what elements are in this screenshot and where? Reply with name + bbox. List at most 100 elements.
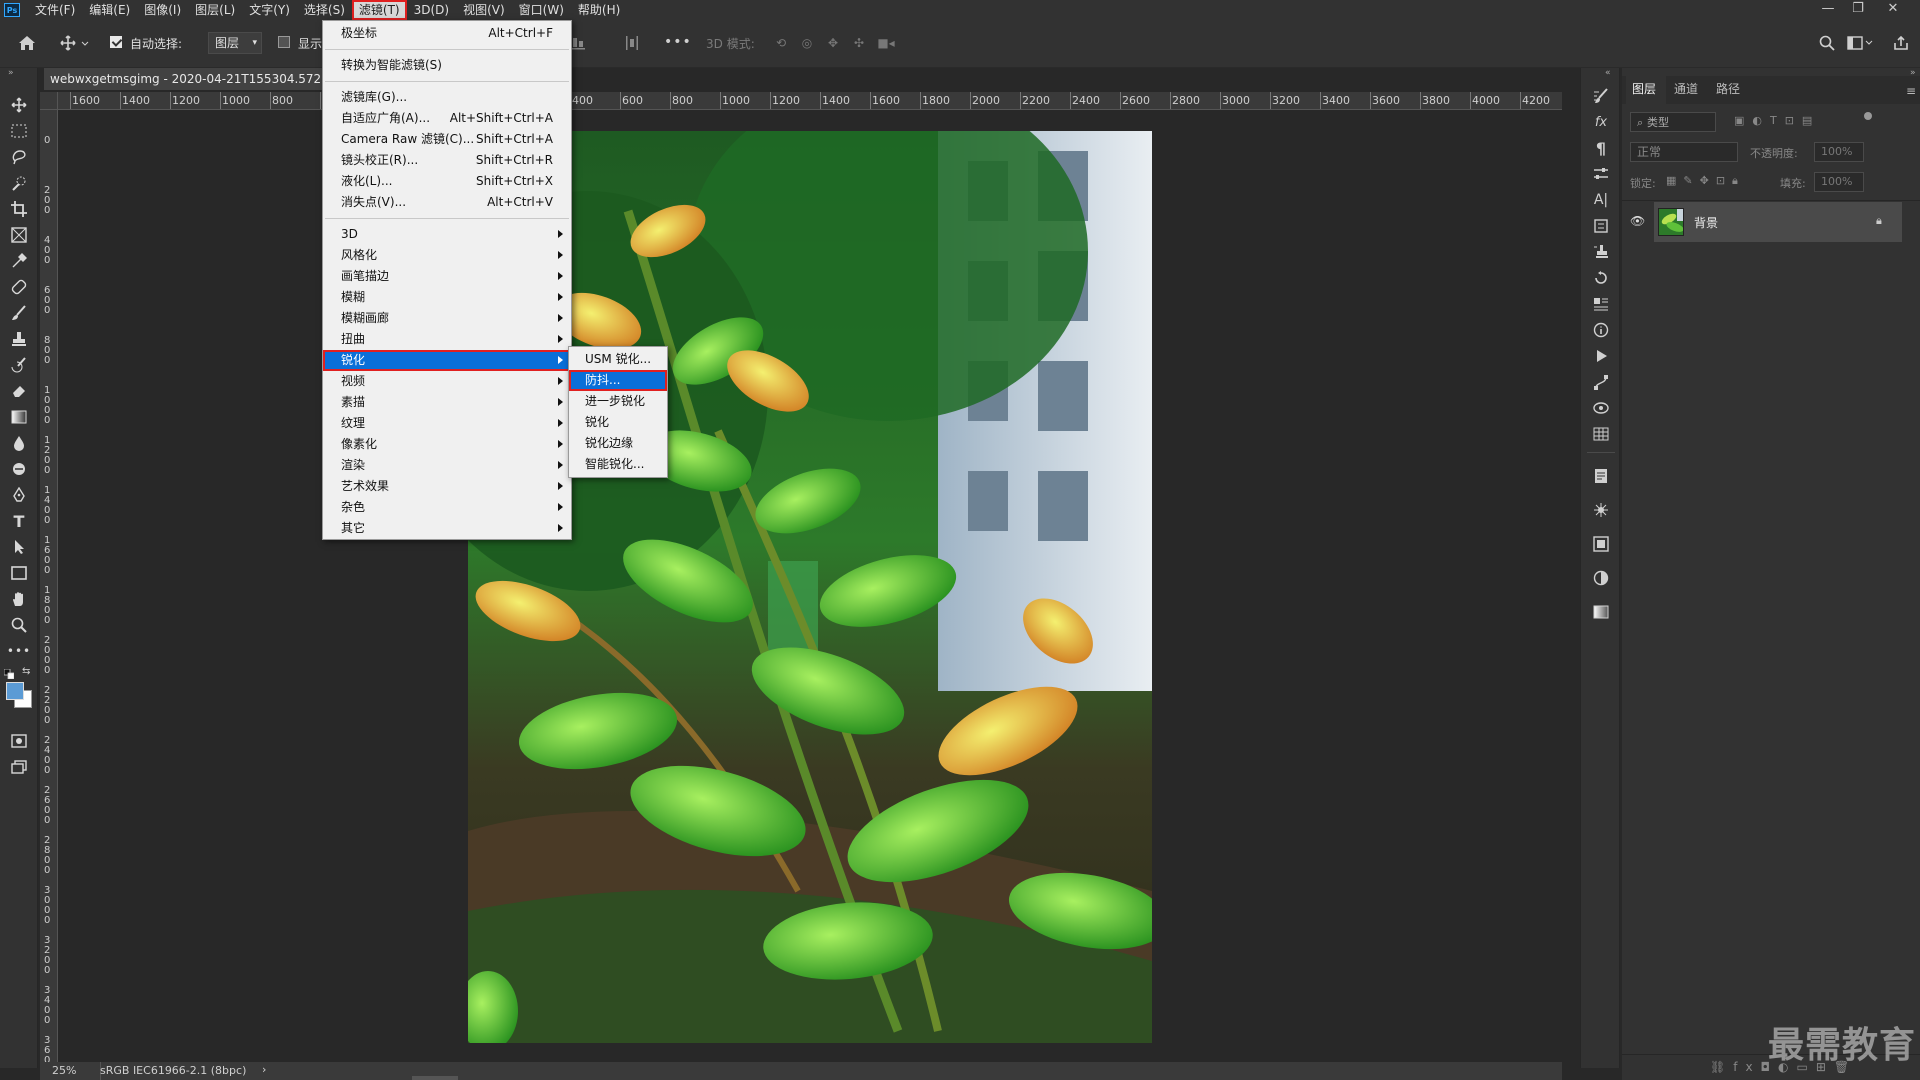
notes-icon[interactable] <box>1591 466 1611 486</box>
sharpen-menu-item[interactable]: 防抖... <box>569 370 667 391</box>
history-brush-tool-icon[interactable] <box>8 354 30 376</box>
sharpen-menu-item[interactable]: 智能锐化... <box>569 454 667 475</box>
move-tool-preset-icon[interactable] <box>58 32 92 54</box>
search-icon[interactable] <box>1816 32 1838 54</box>
filter-menu-item[interactable]: 锐化 <box>323 350 571 371</box>
navigator-icon[interactable] <box>1591 500 1611 520</box>
filter-menu-item[interactable]: 扭曲 <box>323 329 571 350</box>
share-icon[interactable] <box>1890 32 1912 54</box>
default-colors-icon[interactable] <box>3 668 15 680</box>
show-transform-checkbox[interactable] <box>278 36 290 48</box>
collapse-panel-icon[interactable]: » <box>8 68 14 78</box>
lasso-tool-icon[interactable] <box>8 146 30 168</box>
filter-menu-item[interactable]: 素描 <box>323 392 571 413</box>
panel-menu-icon[interactable]: ≡ <box>1906 84 1916 98</box>
dodge-tool-icon[interactable] <box>8 458 30 480</box>
filter-menu-item[interactable]: 其它 <box>323 518 571 539</box>
menu-item-7[interactable]: 3D(D) <box>407 0 456 20</box>
menu-item-10[interactable]: 帮助(H) <box>571 0 627 20</box>
tab-channels[interactable]: 通道 <box>1674 80 1698 97</box>
brush-tool-icon[interactable] <box>8 302 30 324</box>
styles-fx-icon[interactable]: fx <box>1591 112 1611 132</box>
3d-pan-icon[interactable]: ✥ <box>824 34 842 52</box>
tab-paths[interactable]: 路径 <box>1716 80 1740 97</box>
info-icon[interactable] <box>1591 320 1611 340</box>
marquee-tool-icon[interactable] <box>8 120 30 142</box>
workspace-switcher-icon[interactable] <box>1846 32 1876 54</box>
sharpen-menu-item[interactable]: 进一步锐化 <box>569 391 667 412</box>
brush-settings-icon[interactable] <box>1591 86 1611 106</box>
gradient-tool-icon[interactable] <box>8 406 30 428</box>
filter-menu-item[interactable]: 消失点(V)... Alt+Ctrl+V <box>323 192 571 213</box>
history-icon[interactable] <box>1591 268 1611 288</box>
filter-menu-item[interactable]: 3D <box>323 224 571 245</box>
filter-menu-item[interactable]: 杂色 <box>323 497 571 518</box>
filter-menu-item[interactable]: 自适应广角(A)... Alt+Shift+Ctrl+A <box>323 108 571 129</box>
move-tool-icon[interactable] <box>8 94 30 116</box>
quick-mask-icon[interactable] <box>8 730 30 752</box>
menu-item-4[interactable]: 文字(Y) <box>242 0 297 20</box>
foreground-color-swatch[interactable] <box>6 682 24 700</box>
document-tab[interactable]: webwxgetmsgimg - 2020-04-21T155304.572.j… <box>44 68 328 90</box>
filter-menu-item[interactable]: 风格化 <box>323 245 571 266</box>
3d-icon[interactable] <box>1591 398 1611 418</box>
frame-tool-icon[interactable] <box>8 224 30 246</box>
layer-filter-icons[interactable]: ▣◐T⊡▤ <box>1734 114 1820 127</box>
menu-item-8[interactable]: 视图(V) <box>456 0 512 20</box>
filter-menu-item[interactable]: 视频 <box>323 371 571 392</box>
blend-mode-dropdown[interactable]: 正常 <box>1630 142 1738 162</box>
filter-menu-item[interactable]: 画笔描边 <box>323 266 571 287</box>
filter-menu-item[interactable]: 像素化 <box>323 434 571 455</box>
filter-menu-item[interactable]: Camera Raw 滤镜(C)... Shift+Ctrl+A <box>323 129 571 150</box>
crop-tool-icon[interactable] <box>8 198 30 220</box>
glyphs-icon[interactable] <box>1591 216 1611 236</box>
pen-tool-icon[interactable] <box>8 484 30 506</box>
filter-menu-item[interactable]: 滤镜库(G)... <box>323 87 571 108</box>
screen-mode-icon[interactable] <box>8 756 30 778</box>
paths-icon[interactable] <box>1591 372 1611 392</box>
3d-scale-camera-icon[interactable]: ■◂ <box>876 34 896 52</box>
hand-tool-icon[interactable] <box>8 588 30 610</box>
home-icon[interactable] <box>16 32 38 54</box>
filter-menu-item[interactable]: 艺术效果 <box>323 476 571 497</box>
3d-slide-icon[interactable]: ✣ <box>850 34 868 52</box>
layer-row[interactable]: 👁︎ 背景 🔒︎ <box>1630 202 1902 242</box>
eraser-tool-icon[interactable] <box>8 380 30 402</box>
paragraph-icon[interactable]: ¶ <box>1591 138 1611 158</box>
opacity-field[interactable]: 100% <box>1814 142 1864 162</box>
auto-select-checkbox[interactable] <box>110 36 122 48</box>
rectangle-tool-icon[interactable] <box>8 562 30 584</box>
adjustments-icon[interactable] <box>1591 164 1611 184</box>
minimize-button[interactable]: — <box>1813 0 1843 20</box>
lock-options-icons[interactable]: ▦✎✥⊡🔒︎ <box>1666 174 1745 188</box>
filter-menu-item[interactable]: 转换为智能滤镜(S) <box>323 55 571 76</box>
horizontal-scrollbar[interactable] <box>412 1076 458 1080</box>
menu-item-6[interactable]: 滤镜(T) <box>351 0 407 20</box>
filter-menu-item[interactable]: 纹理 <box>323 413 571 434</box>
filter-menu-item[interactable]: 模糊画廊 <box>323 308 571 329</box>
eye-icon[interactable]: 👁︎ <box>1630 214 1645 228</box>
fill-field[interactable]: 100% <box>1814 172 1864 192</box>
libraries-icon[interactable] <box>1591 534 1611 554</box>
sharpen-menu-item[interactable]: 锐化边缘 <box>569 433 667 454</box>
path-selection-tool-icon[interactable] <box>8 536 30 558</box>
filter-menu-item[interactable]: 镜头校正(R)... Shift+Ctrl+R <box>323 150 571 171</box>
menu-item-3[interactable]: 图层(L) <box>188 0 242 20</box>
restore-button[interactable]: ❐ <box>1843 0 1873 20</box>
menu-item-1[interactable]: 编辑(E) <box>82 0 137 20</box>
filter-toggle-icon[interactable] <box>1864 112 1872 120</box>
filter-menu-item[interactable]: 渲染 <box>323 455 571 476</box>
quick-selection-tool-icon[interactable] <box>8 172 30 194</box>
sharpen-menu-item[interactable]: USM 锐化... <box>569 349 667 370</box>
sharpen-menu-item[interactable]: 锐化 <box>569 412 667 433</box>
menu-item-0[interactable]: 文件(F) <box>28 0 82 20</box>
3d-roll-icon[interactable]: ◎ <box>798 34 816 52</box>
distribute-icon[interactable] <box>624 34 640 52</box>
filter-menu-item[interactable]: 极坐标 Alt+Ctrl+F <box>323 23 571 44</box>
blur-tool-icon[interactable] <box>8 432 30 454</box>
menu-item-5[interactable]: 选择(S) <box>297 0 352 20</box>
menu-item-2[interactable]: 图像(I) <box>137 0 188 20</box>
properties-icon[interactable] <box>1591 294 1611 314</box>
swatches-table-icon[interactable] <box>1591 424 1611 444</box>
more-options-button[interactable]: ••• <box>664 34 692 50</box>
